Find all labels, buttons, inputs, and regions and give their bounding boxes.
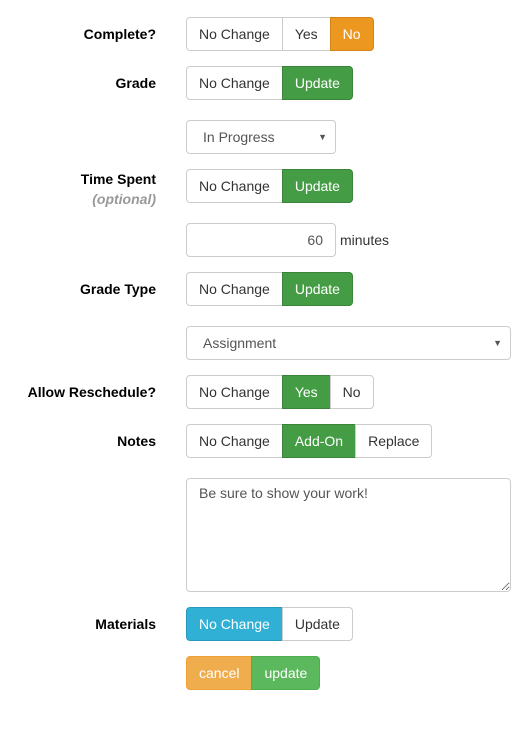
time-spent-label-text: Time Spent	[80, 171, 156, 187]
time-spent-toggle-group: No Change Update	[186, 169, 353, 203]
time-spent-no-change-button[interactable]: No Change	[186, 169, 283, 203]
grade-select[interactable]: In Progress ▼	[186, 120, 336, 154]
grade-toggle-group: No Change Update	[186, 66, 353, 100]
grade-type-label: Grade Type	[80, 281, 156, 297]
materials-label: Materials	[95, 616, 156, 632]
time-spent-unit: minutes	[340, 232, 390, 248]
notes-label: Notes	[117, 433, 156, 449]
grade-select-value: In Progress	[203, 129, 275, 145]
grade-label: Grade	[115, 75, 156, 91]
caret-down-icon: ▼	[318, 132, 327, 142]
form-actions: cancel update	[186, 656, 321, 690]
grade-type-select-value: Assignment	[203, 335, 277, 351]
time-spent-optional-note: (optional)	[92, 191, 156, 207]
grade-update-button[interactable]: Update	[281, 66, 353, 100]
notes-no-change-button[interactable]: No Change	[186, 424, 283, 458]
grade-type-toggle-group: No Change Update	[186, 272, 353, 306]
complete-toggle-group: No Change Yes No	[186, 17, 374, 51]
time-spent-label: Time Spent (optional)	[81, 169, 156, 209]
allow-reschedule-toggle-group: No Change Yes No	[186, 375, 374, 409]
complete-yes-button[interactable]: Yes	[281, 17, 331, 51]
cancel-button[interactable]: cancel	[186, 656, 253, 690]
grade-type-no-change-button[interactable]: No Change	[186, 272, 283, 306]
notes-toggle-group: No Change Add-On Replace	[186, 424, 433, 458]
allow-reschedule-no-button[interactable]: No	[329, 375, 374, 409]
notes-replace-button[interactable]: Replace	[355, 424, 433, 458]
allow-reschedule-label: Allow Reschedule?	[27, 384, 156, 400]
update-button[interactable]: update	[251, 656, 321, 690]
time-spent-update-button[interactable]: Update	[281, 169, 353, 203]
materials-no-change-button[interactable]: No Change	[186, 607, 283, 641]
grade-type-select[interactable]: Assignment ▼	[186, 326, 511, 360]
grade-no-change-button[interactable]: No Change	[186, 66, 283, 100]
notes-add-on-button[interactable]: Add-On	[281, 424, 357, 458]
materials-toggle-group: No Change Update	[186, 607, 353, 641]
complete-no-button[interactable]: No	[329, 17, 374, 51]
time-spent-input[interactable]	[186, 223, 336, 257]
materials-update-button[interactable]: Update	[281, 607, 353, 641]
complete-no-change-button[interactable]: No Change	[186, 17, 283, 51]
notes-textarea[interactable]: Be sure to show your work!	[186, 478, 511, 592]
grade-type-update-button[interactable]: Update	[281, 272, 353, 306]
allow-reschedule-no-change-button[interactable]: No Change	[186, 375, 283, 409]
caret-down-icon: ▼	[493, 338, 502, 348]
allow-reschedule-yes-button[interactable]: Yes	[281, 375, 331, 409]
complete-label: Complete?	[83, 26, 156, 42]
